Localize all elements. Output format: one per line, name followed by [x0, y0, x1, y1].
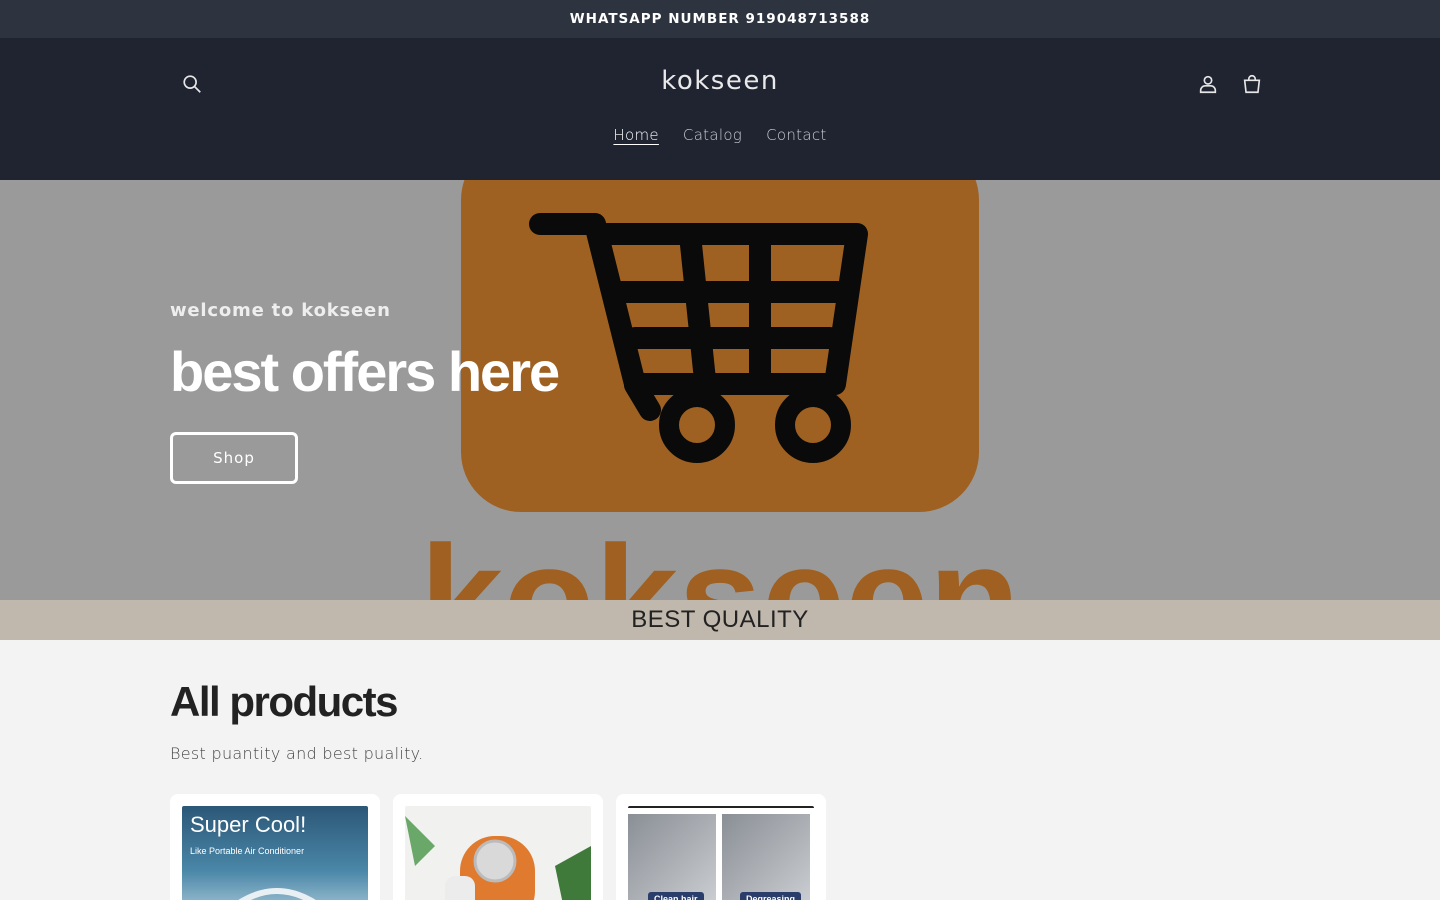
cart-icon: [1243, 75, 1261, 94]
cart-button[interactable]: [1234, 66, 1270, 102]
quality-banner-text: BEST QUALITY: [631, 606, 809, 633]
hero-banner: kokseen welcome to kokseen best offers h…: [0, 180, 1440, 600]
shop-button[interactable]: Shop: [170, 432, 298, 484]
main-nav: Home Catalog Contact: [0, 126, 1440, 144]
hero-logo-text: kokseen: [420, 514, 1020, 600]
nav-item-catalog[interactable]: Catalog: [683, 126, 742, 144]
announcement-bar: WHATSAPP NUMBER 919048713588: [0, 0, 1440, 38]
product-image-label: Clean hair: [648, 892, 704, 900]
product-photo-right: [722, 814, 810, 900]
nav-item-home[interactable]: Home: [613, 126, 659, 144]
nav-item-contact[interactable]: Contact: [766, 126, 826, 144]
product-card[interactable]: [393, 794, 603, 900]
site-header: kokseen Home Catalog Contact: [0, 38, 1440, 180]
product-photo-left: [628, 814, 716, 900]
hero-title: best offers here: [170, 340, 560, 403]
product-grid: Super Cool! Like Portable Air Conditione…: [170, 794, 826, 900]
account-icon: [1199, 75, 1217, 94]
product-image[interactable]: Super Cool! Like Portable Air Conditione…: [182, 806, 368, 900]
product-image-subtext: Like Portable Air Conditioner: [190, 846, 305, 856]
account-button[interactable]: [1190, 66, 1226, 102]
announcement-text: WHATSAPP NUMBER 919048713588: [569, 11, 871, 27]
quality-banner: BEST QUALITY: [0, 600, 1440, 640]
product-photo: [405, 816, 591, 900]
product-image-label: Degreasing: [740, 892, 802, 900]
fan-graphic: [238, 888, 316, 900]
products-subtitle: Best puantity and best puality.: [170, 744, 424, 763]
products-title: All products: [170, 678, 399, 725]
hero-content: welcome to kokseen best offers here Shop: [170, 300, 560, 484]
products-section: All products Best puantity and best pual…: [170, 640, 1270, 900]
hero-subtitle: welcome to kokseen: [170, 300, 391, 321]
product-image[interactable]: [405, 806, 591, 900]
product-image-text: Super Cool!: [190, 812, 307, 837]
product-image[interactable]: Clean hair Degreasing: [628, 806, 814, 900]
product-card[interactable]: Clean hair Degreasing: [616, 794, 826, 900]
product-card[interactable]: Super Cool! Like Portable Air Conditione…: [170, 794, 380, 900]
